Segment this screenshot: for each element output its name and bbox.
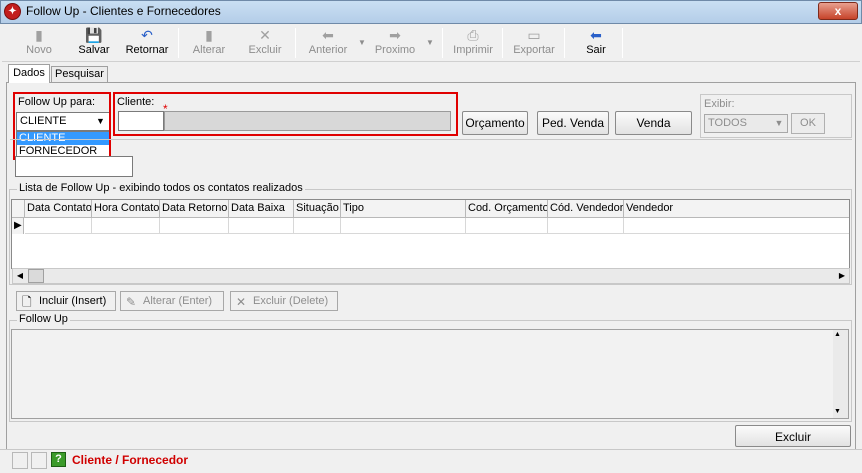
exibir-label: Exibir: xyxy=(704,98,735,110)
extra-input[interactable] xyxy=(15,156,133,177)
table-cell[interactable] xyxy=(624,218,849,234)
table-cell[interactable] xyxy=(294,218,341,234)
salvar-button[interactable]: 💾 Salvar xyxy=(74,26,114,60)
imprimir-label: Imprimir xyxy=(453,44,493,56)
toolbar-separator xyxy=(502,28,503,58)
exportar-label: Exportar xyxy=(513,44,555,56)
chevron-down-icon[interactable]: ▼ xyxy=(771,115,787,132)
exportar-button[interactable]: ▭ Exportar xyxy=(512,26,556,60)
exit-arrow-icon: ⬅ xyxy=(590,27,602,43)
column-header[interactable]: Data Contato xyxy=(25,200,92,218)
table-cell[interactable] xyxy=(341,218,466,234)
window-title: Follow Up - Clientes e Fornecedores xyxy=(26,4,221,18)
sair-label: Sair xyxy=(586,44,606,56)
toolbar-separator xyxy=(295,28,296,58)
edit-icon: ▮ xyxy=(205,27,213,43)
alterar-button[interactable]: ▮ Alterar xyxy=(190,26,228,60)
proximo-label: Proximo xyxy=(374,44,416,56)
retornar-label: Retornar xyxy=(125,44,169,56)
delete-icon: ✕ xyxy=(236,295,247,309)
undo-icon: ↶ xyxy=(141,27,153,43)
incluir-button[interactable]: 🗋 Incluir (Insert) xyxy=(16,291,116,311)
arrow-left-icon: ⬅ xyxy=(322,27,334,43)
tab-pesquisar[interactable]: Pesquisar xyxy=(51,66,108,83)
toolbar-separator xyxy=(622,28,623,58)
new-document-icon: ▮ xyxy=(35,27,43,43)
excluir-toolbar-button[interactable]: ✕ Excluir xyxy=(246,26,284,60)
imprimir-button[interactable]: ⎙ Imprimir xyxy=(452,26,494,60)
delete-icon: ✕ xyxy=(259,27,271,43)
salvar-label: Salvar xyxy=(78,44,110,56)
excluir-delete-label: Excluir (Delete) xyxy=(253,295,329,307)
scroll-left-icon[interactable]: ◀ xyxy=(13,269,27,283)
help-icon[interactable]: ? xyxy=(51,452,66,467)
column-header[interactable]: Tipo xyxy=(341,200,466,218)
novo-label: Novo xyxy=(26,44,52,56)
table-cell[interactable] xyxy=(92,218,160,234)
pencil-icon: ✎ xyxy=(126,295,137,309)
proximo-button[interactable]: ➡ Proximo xyxy=(374,26,416,60)
toolbar-separator xyxy=(178,28,179,58)
status-text: Cliente / Fornecedor xyxy=(72,453,189,467)
new-page-icon: 🗋 xyxy=(22,295,32,309)
alterar-enter-label: Alterar (Enter) xyxy=(143,295,213,307)
venda-button[interactable]: Venda xyxy=(615,111,692,135)
table-cell[interactable] xyxy=(229,218,294,234)
proximo-dropdown-icon[interactable]: ▼ xyxy=(426,38,434,47)
divider xyxy=(10,139,852,140)
toolbar-separator xyxy=(564,28,565,58)
excluir-button[interactable]: Excluir xyxy=(735,425,851,447)
row-indicator-icon: ▶ xyxy=(12,218,24,234)
folder-icon: ▭ xyxy=(527,27,541,43)
novo-button[interactable]: ▮ Novo xyxy=(22,26,56,60)
scroll-up-icon[interactable]: ▲ xyxy=(834,331,841,338)
grid-corner xyxy=(12,200,25,218)
highlight-box-cliente xyxy=(113,92,458,136)
column-header[interactable]: Hora Contato xyxy=(92,200,160,218)
toolbar: ▮ Novo 💾 Salvar ↶ Retornar ▮ Alterar ✕ E… xyxy=(2,24,860,62)
toolbar-separator xyxy=(442,28,443,58)
tab-dados[interactable]: Dados xyxy=(8,64,50,83)
column-header[interactable]: Data Baixa xyxy=(229,200,294,218)
follow-up-memo-textarea[interactable] xyxy=(11,329,849,419)
app-icon: ✦ xyxy=(4,3,21,20)
alterar-enter-button[interactable]: ✎ Alterar (Enter) xyxy=(120,291,224,311)
anterior-button[interactable]: ⬅ Anterior xyxy=(306,26,350,60)
orcamento-button[interactable]: Orçamento xyxy=(462,111,528,135)
scroll-down-icon[interactable]: ▼ xyxy=(834,408,841,415)
anterior-dropdown-icon[interactable]: ▼ xyxy=(358,38,366,47)
status-panel xyxy=(12,452,28,469)
incluir-label: Incluir (Insert) xyxy=(39,295,107,307)
excluir-label: Excluir xyxy=(248,44,282,56)
table-cell[interactable] xyxy=(466,218,548,234)
scroll-right-icon[interactable]: ▶ xyxy=(835,269,849,283)
retornar-button[interactable]: ↶ Retornar xyxy=(124,26,170,60)
highlight-box-follow-up-para xyxy=(13,92,111,160)
table-cell[interactable] xyxy=(548,218,624,234)
column-header[interactable]: Cod. Orçamento xyxy=(466,200,548,218)
close-button[interactable]: x xyxy=(818,2,858,20)
status-panel xyxy=(31,452,47,469)
sair-button[interactable]: ⬅ Sair xyxy=(582,26,610,60)
follow-up-grid: Data Contato Hora Contato Data Retorno D… xyxy=(11,199,850,269)
printer-icon: ⎙ xyxy=(467,27,479,43)
column-header[interactable]: Vendedor xyxy=(624,200,849,218)
alterar-label: Alterar xyxy=(192,44,226,56)
save-icon: 💾 xyxy=(85,27,103,43)
horizontal-scrollbar[interactable] xyxy=(12,268,850,284)
ped-venda-button[interactable]: Ped. Venda xyxy=(537,111,609,135)
column-header[interactable]: Cód. Vendedor xyxy=(548,200,624,218)
follow-up-list-title: Lista de Follow Up - exibindo todos os c… xyxy=(17,182,305,194)
anterior-label: Anterior xyxy=(308,44,348,56)
vertical-scrollbar[interactable] xyxy=(833,330,848,418)
exibir-ok-button[interactable]: OK xyxy=(791,113,825,134)
table-cell[interactable] xyxy=(25,218,92,234)
scrollbar-thumb[interactable] xyxy=(28,269,44,283)
column-header[interactable]: Data Retorno xyxy=(160,200,229,218)
table-cell[interactable] xyxy=(160,218,229,234)
excluir-delete-button[interactable]: ✕ Excluir (Delete) xyxy=(230,291,338,311)
column-header[interactable]: Situação xyxy=(294,200,341,218)
follow-up-memo-title: Follow Up xyxy=(17,313,70,325)
arrow-right-icon: ➡ xyxy=(389,27,401,43)
